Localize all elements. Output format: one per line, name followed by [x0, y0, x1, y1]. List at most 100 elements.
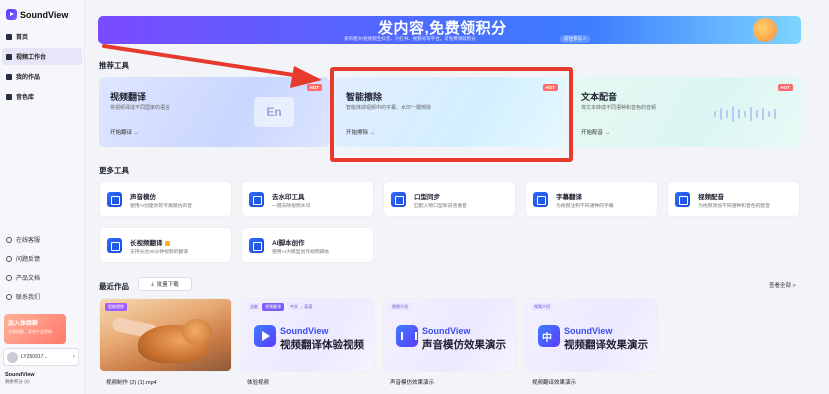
sidebar-item-label: 产品文档 [16, 276, 41, 282]
contact-icon [6, 293, 12, 300]
sidebar-item-contact[interactable]: 联系我们 [2, 288, 82, 305]
logo-icon [6, 9, 17, 20]
tool-name: AI脚本创作 [272, 240, 305, 247]
work-caption: 视频翻译效果演示 [532, 380, 577, 386]
sidebar-item-online-support[interactable]: 在线客服 [2, 231, 82, 248]
tool-name-text: 长视频翻译 [130, 240, 163, 247]
works-icon [6, 73, 12, 80]
banner-subtitle: 发布图文/短视频至抖音、小红书、视频号等平台，可免费领取积分 [344, 36, 476, 41]
play-icon [254, 325, 276, 347]
work-brand: SoundView [422, 326, 471, 336]
card-description: 将视频译成不同国家的语言 [110, 105, 171, 111]
batch-download-button[interactable]: ⤓ 批量下载 [138, 277, 192, 291]
sidebar-item-label: 我的作品 [16, 75, 41, 81]
tool-voice-clone[interactable]: 声音模仿 使用AI创建你的专属模仿声音 [99, 181, 232, 217]
sidebar-item-voice-library[interactable]: 音色库 [2, 88, 82, 105]
card-title: 文本配音 [581, 92, 618, 102]
tool-name: 视频配音 [698, 194, 724, 201]
translate-illustration-icon: En [254, 97, 294, 127]
headset-icon [6, 236, 12, 243]
join-group-promo[interactable]: 加入体验群 立即加群，享有产品更新 [4, 314, 66, 344]
tool-long-video-translate[interactable]: 长视频翻译 支持长达30分钟视频的翻译 [99, 227, 232, 263]
work-caption: 视频制作 (2) (1).mp4 [106, 380, 157, 386]
tool-name: 字幕翻译 [556, 194, 582, 201]
home-icon [6, 33, 12, 40]
long-video-icon [107, 238, 122, 253]
tool-watermark-remover[interactable]: 去水印工具 一键去除视频水印 [241, 181, 374, 217]
work-tag: 视频介绍 [389, 303, 411, 311]
sidebar-nav: 首页 视频工作台 我的作品 音色库 [2, 28, 82, 108]
user-menu[interactable]: LY250917... › [3, 348, 79, 366]
waveform-icon [714, 106, 776, 122]
sidebar-item-feedback[interactable]: 问题反馈 [2, 250, 82, 267]
subtitle-icon [533, 192, 548, 207]
tool-name: 去水印工具 [272, 194, 305, 201]
work-card-photo[interactable]: 智能擦除 [99, 298, 232, 372]
sidebar-item-label: 视频工作台 [16, 55, 47, 61]
avatar [7, 351, 18, 363]
work-tag: 视频介绍 [531, 303, 553, 311]
sidebar-item-label: 首页 [16, 35, 29, 41]
tool-description: 为视频添加不同语种和音色的配音 [698, 204, 770, 209]
watermark-icon [249, 192, 264, 207]
sidebar-item-my-works[interactable]: 我的作品 [2, 68, 82, 85]
waveform-icon [396, 325, 418, 347]
tool-description: 一键去除视频水印 [272, 204, 311, 209]
download-icon: ⤓ [151, 280, 154, 287]
tool-description: 使用AI大模型创作视频脚本 [272, 250, 330, 255]
view-all-link[interactable]: 查看全部 > [769, 281, 796, 289]
work-tag: 智能擦除 [105, 303, 127, 311]
sidebar-item-docs[interactable]: 产品文档 [2, 269, 82, 286]
banner-participate-button[interactable]: 前往参与 > [560, 35, 590, 43]
voice-library-icon [6, 93, 12, 100]
text-dubbing-card[interactable]: HOT 文本配音 将文本转成不同语种和音色的音频 开始配音 → [570, 77, 801, 147]
app-logo[interactable]: SoundView [6, 9, 68, 20]
work-tag: 视频翻译 [262, 303, 284, 311]
work-tag: 中文 → 英语 [287, 303, 316, 311]
work-title: 视频翻译效果演示 [564, 339, 648, 351]
more-tools-title: 更多工具 [99, 166, 129, 175]
credits-info: SoundView 剩余积分 (0) [5, 372, 35, 385]
translate-icon [538, 325, 560, 347]
voice-clone-icon [107, 192, 122, 207]
video-translate-card[interactable]: HOT 视频翻译 将视频译成不同国家的语言 En 开始翻译 → [99, 77, 330, 147]
sidebar-item-video-workbench[interactable]: 视频工作台 [2, 48, 82, 65]
tool-name: 长视频翻译 [130, 237, 170, 247]
document-icon [6, 274, 12, 281]
highlight-box [330, 67, 573, 162]
work-title: 声音模仿效果演示 [422, 339, 506, 351]
user-name: LY250917... [21, 354, 48, 360]
batch-download-label: 批量下载 [156, 282, 179, 288]
workbench-icon [6, 53, 12, 60]
tool-name: 口型同步 [414, 194, 440, 201]
card-description: 将文本转成不同语种和音色的音频 [581, 105, 657, 111]
tool-video-dubbing[interactable]: 视频配音 为视频添加不同语种和音色的配音 [667, 181, 800, 217]
sidebar-item-home[interactable]: 首页 [2, 28, 82, 45]
sidebar-item-label: 问题反馈 [16, 257, 41, 263]
work-brand: SoundView [564, 326, 613, 336]
sidebar: SoundView 首页 视频工作台 我的作品 音色库 在线客服 问题反馈 产品… [0, 0, 85, 394]
tool-ai-script[interactable]: AI脚本创作 使用AI大模型创作视频脚本 [241, 227, 374, 263]
hot-badge: HOT [777, 84, 793, 91]
crown-icon [164, 240, 170, 246]
lip-sync-icon [391, 192, 406, 207]
work-brand: SoundView [280, 326, 329, 336]
promo-title: 加入体验群 [8, 321, 39, 327]
work-card-video-translate-demo[interactable]: 全能 视频翻译 中文 → 英语 SoundView 视频翻译体验视频 [241, 298, 374, 372]
recommended-title: 推荐工具 [99, 61, 129, 70]
credits-title: SoundView [5, 372, 35, 378]
cat-head-illustration [182, 319, 212, 345]
credits-balance: 剩余积分 (0) [5, 379, 30, 384]
promo-banner[interactable]: 发内容,免费领积分 发布图文/短视频至抖音、小红书、视频号等平台，可免费领取积分… [98, 16, 801, 44]
start-translate-link[interactable]: 开始翻译 → [110, 128, 139, 136]
tool-lip-sync[interactable]: 口型同步 匹配人物口型和说话语音 [383, 181, 516, 217]
dubbing-icon [675, 192, 690, 207]
start-dubbing-link[interactable]: 开始配音 → [581, 128, 610, 136]
tool-subtitle-translate[interactable]: 字幕翻译 为视频注制不同语种的字幕 [525, 181, 658, 217]
sidebar-item-label: 联系我们 [16, 295, 41, 301]
work-caption: 声音模仿效果演示 [390, 380, 435, 386]
work-card-voice-clone-demo[interactable]: 视频介绍 SoundView 声音模仿效果演示 [383, 298, 516, 372]
hot-badge: HOT [306, 84, 322, 91]
banner-title: 发内容,免费领积分 [378, 20, 507, 37]
work-card-translate-demo[interactable]: 视频介绍 SoundView 视频翻译效果演示 [525, 298, 658, 372]
